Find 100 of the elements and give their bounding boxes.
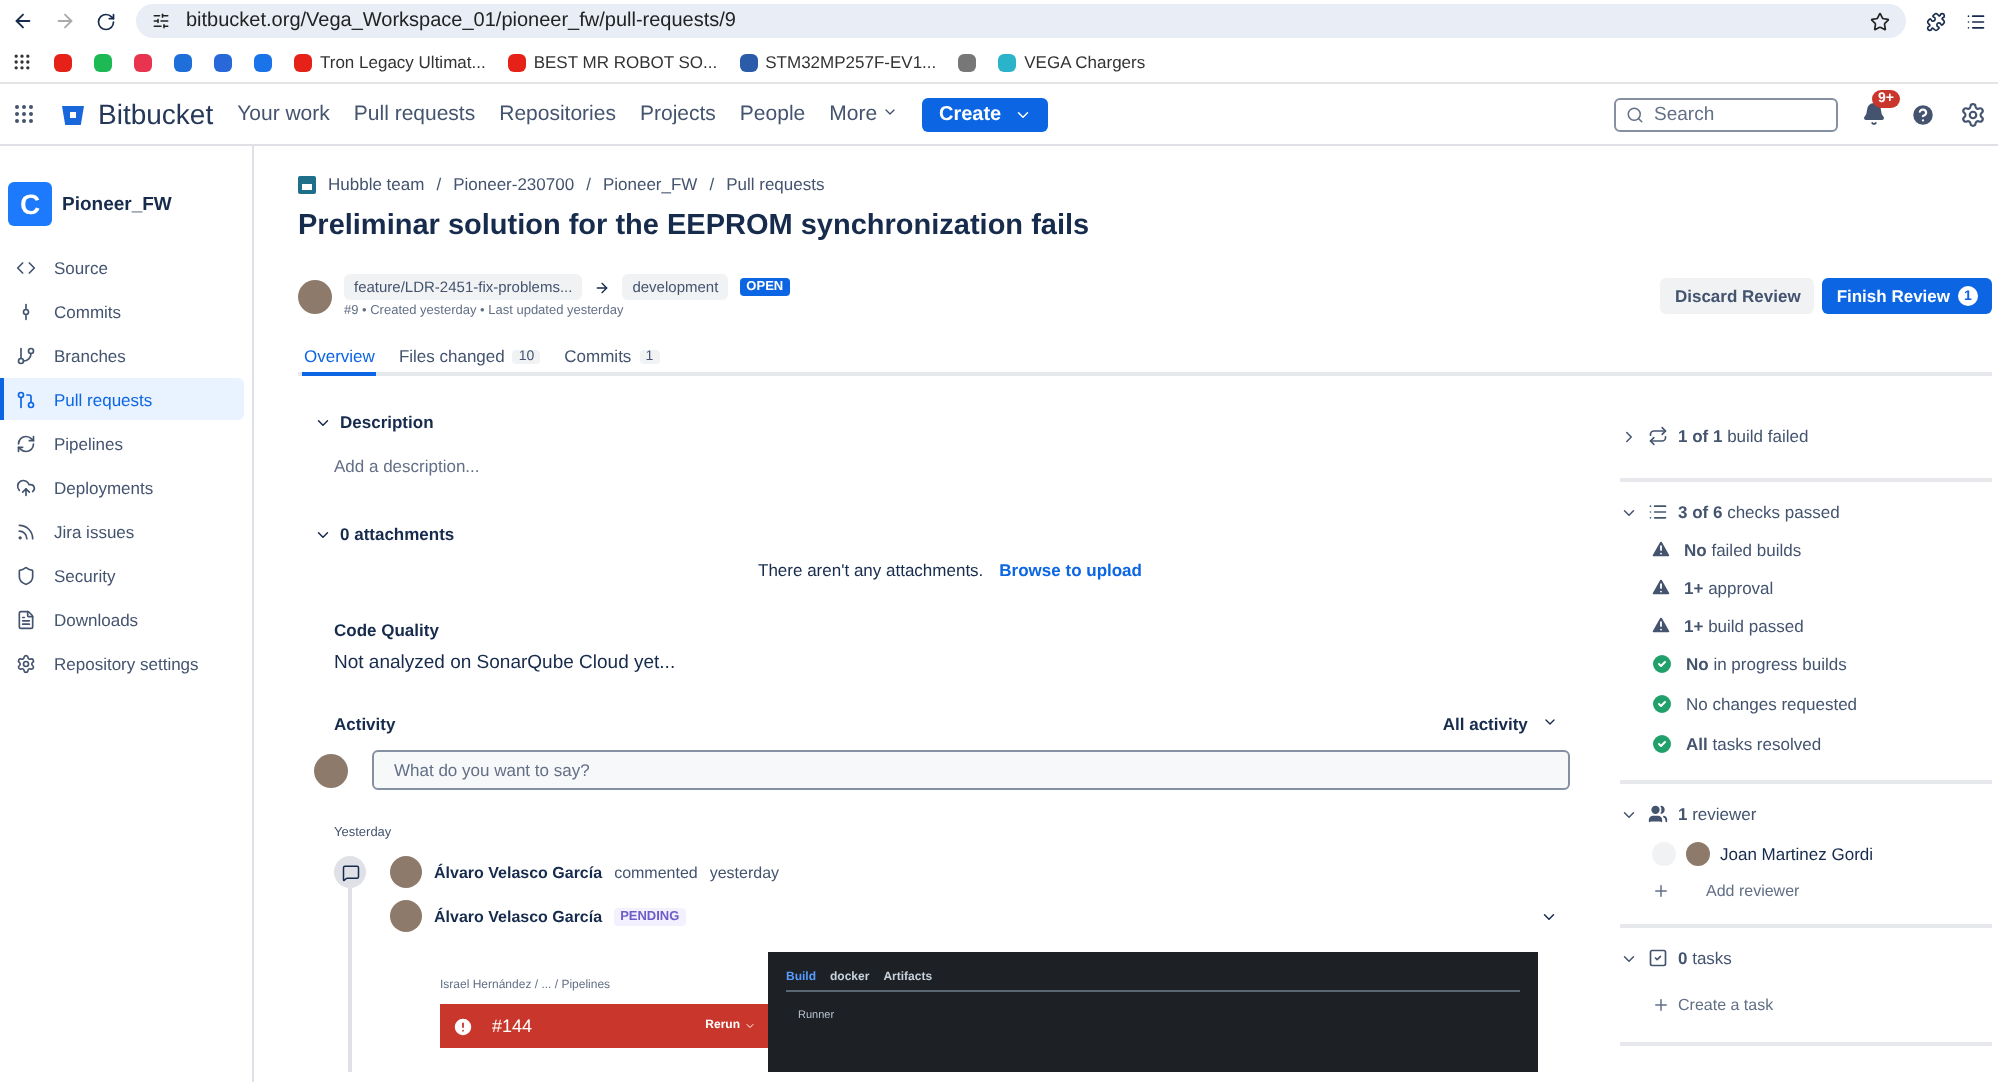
- activity-filter[interactable]: All activity: [1442, 714, 1558, 734]
- search-field[interactable]: Search: [1614, 97, 1838, 131]
- nav-link[interactable]: Your work: [237, 102, 330, 126]
- comment-author[interactable]: Álvaro Velasco García: [434, 907, 603, 925]
- breadcrumb-separator: /: [586, 174, 591, 194]
- check-item: 1+ build passed: [1684, 615, 1804, 635]
- create-task-button[interactable]: Create a task: [1652, 996, 1992, 1014]
- sidebar-item[interactable]: Commits: [0, 290, 244, 332]
- app-switcher-icon[interactable]: [12, 102, 36, 126]
- help-icon[interactable]: [1910, 101, 1936, 127]
- extensions-icon[interactable]: [1926, 11, 1946, 31]
- empty-message: There aren't any attachments.: [758, 560, 984, 580]
- bookmark-icon[interactable]: [254, 53, 272, 71]
- breadcrumb-link[interactable]: Pull requests: [726, 174, 825, 194]
- document-icon: [16, 609, 36, 629]
- comment-field[interactable]: What do you want to say?: [372, 750, 1570, 790]
- reviewers-summary: 1 reviewer: [1678, 804, 1757, 824]
- check-item: No failed builds: [1684, 539, 1802, 559]
- reload-icon[interactable]: [96, 11, 116, 31]
- shield-icon: [16, 565, 36, 585]
- author-avatar: [390, 900, 422, 932]
- user-avatar: [314, 753, 348, 787]
- warning-icon: [1650, 576, 1672, 598]
- menu-icon[interactable]: [1966, 11, 1986, 31]
- sidebar-item[interactable]: Security: [0, 554, 244, 596]
- breadcrumb-separator: /: [709, 174, 715, 194]
- repository-name: Pioneer_FW: [62, 193, 172, 215]
- breadcrumb-link[interactable]: Pioneer-230700: [453, 174, 575, 194]
- plus-icon: [1652, 996, 1670, 1014]
- reviewer-name: Joan Martinez Gordi: [1720, 844, 1874, 864]
- description-placeholder[interactable]: Add a description...: [334, 456, 1586, 476]
- search-icon: [1626, 105, 1644, 123]
- chevron-down-icon: [882, 104, 899, 120]
- bookmark[interactable]: BEST MR ROBOT SO...: [507, 52, 718, 72]
- sidebar-item[interactable]: Deployments: [0, 466, 244, 508]
- checks-summary: 3 of 6 checks passed: [1678, 502, 1840, 522]
- check-item: All tasks resolved: [1686, 734, 1822, 754]
- chevron-down-icon: [744, 1020, 756, 1032]
- upload-link[interactable]: Browse to upload: [999, 560, 1142, 580]
- bookmark[interactable]: STM32MP257F-EV1...: [739, 52, 937, 72]
- bookmark-icon[interactable]: [958, 53, 977, 71]
- chevron-right-icon[interactable]: [1620, 427, 1638, 445]
- apps-icon[interactable]: [12, 52, 32, 72]
- check-item: No changes requested: [1686, 694, 1858, 714]
- repository-avatar: C: [8, 182, 52, 226]
- sidebar-item[interactable]: Source: [0, 246, 244, 288]
- bucket-logo-icon: [60, 101, 86, 127]
- arrow-icon: [594, 279, 611, 295]
- check-item: 1+ approval: [1684, 577, 1774, 597]
- reviewer-avatar: [1686, 842, 1710, 866]
- bookmark-icon[interactable]: [134, 53, 152, 71]
- sidebar-item[interactable]: Downloads: [0, 598, 244, 640]
- tab[interactable]: Overview: [302, 338, 377, 376]
- notifications-icon[interactable]: [1862, 102, 1886, 126]
- nav-link[interactable]: Projects: [639, 102, 716, 126]
- bookmark-icon[interactable]: [54, 53, 72, 71]
- warning-icon: [1650, 538, 1672, 560]
- code-quality-text: Not analyzed on SonarQube Cloud yet...: [334, 652, 678, 674]
- warning-icon: [1650, 614, 1672, 636]
- settings-icon[interactable]: [1960, 101, 1986, 127]
- bookmark[interactable]: Tron Legacy Ultimat...: [294, 52, 486, 72]
- breadcrumb-link[interactable]: Hubble team: [328, 174, 425, 194]
- star-icon[interactable]: [1870, 11, 1890, 31]
- sidebar-item[interactable]: Pull requests: [0, 378, 244, 420]
- breadcrumb-link[interactable]: Pioneer_FW: [602, 174, 698, 194]
- chevron-down-icon: [1542, 714, 1558, 730]
- repeat-icon: [1648, 426, 1668, 446]
- site-settings-icon[interactable]: [152, 12, 170, 30]
- check-circle-icon: [1650, 692, 1674, 716]
- nav-link[interactable]: Repositories: [499, 102, 616, 126]
- nav-link[interactable]: People: [739, 102, 806, 126]
- signal-icon: [16, 521, 36, 541]
- bookmark-icon[interactable]: [174, 53, 192, 71]
- sidebar-item[interactable]: Repository settings: [0, 642, 244, 684]
- builds-summary: 1 of 1 build failed: [1678, 426, 1809, 446]
- more-menu[interactable]: More: [829, 102, 899, 126]
- discard-review-button[interactable]: Discard Review: [1660, 278, 1815, 314]
- add-reviewer-button[interactable]: Add reviewer: [1652, 882, 1992, 900]
- plus-icon: [1652, 882, 1670, 900]
- create-button[interactable]: Create: [922, 97, 1048, 131]
- settings-icon: [16, 653, 36, 673]
- bookmark[interactable]: VEGA Chargers: [998, 52, 1146, 72]
- tasks-summary: 0 tasks: [1678, 948, 1732, 968]
- sidebar-item[interactable]: Branches: [0, 334, 244, 376]
- refresh-icon: [16, 433, 36, 453]
- bookmark-icon[interactable]: [94, 53, 112, 71]
- check-item: No in progress builds: [1686, 654, 1847, 674]
- back-icon[interactable]: [12, 10, 34, 32]
- team-icon: [298, 175, 316, 193]
- branch-icon: [16, 345, 36, 365]
- nav-link[interactable]: Pull requests: [353, 102, 476, 126]
- error-icon: [452, 1015, 474, 1037]
- section-heading: 0 attachments: [340, 524, 455, 544]
- address-bar[interactable]: bitbucket.org/Vega_Workspace_01/pioneer_fw/pull-requests/9: [136, 4, 1906, 38]
- sidebar-item[interactable]: Pipelines: [0, 422, 244, 464]
- bookmark-icon[interactable]: [214, 53, 232, 71]
- pull-request-title: Preliminar solution for the EEPROM synchronization fails: [298, 210, 1092, 242]
- author-avatar: [298, 279, 332, 313]
- sidebar-item[interactable]: Jira issues: [0, 510, 244, 552]
- comment-author[interactable]: Álvaro Velasco García: [434, 863, 603, 881]
